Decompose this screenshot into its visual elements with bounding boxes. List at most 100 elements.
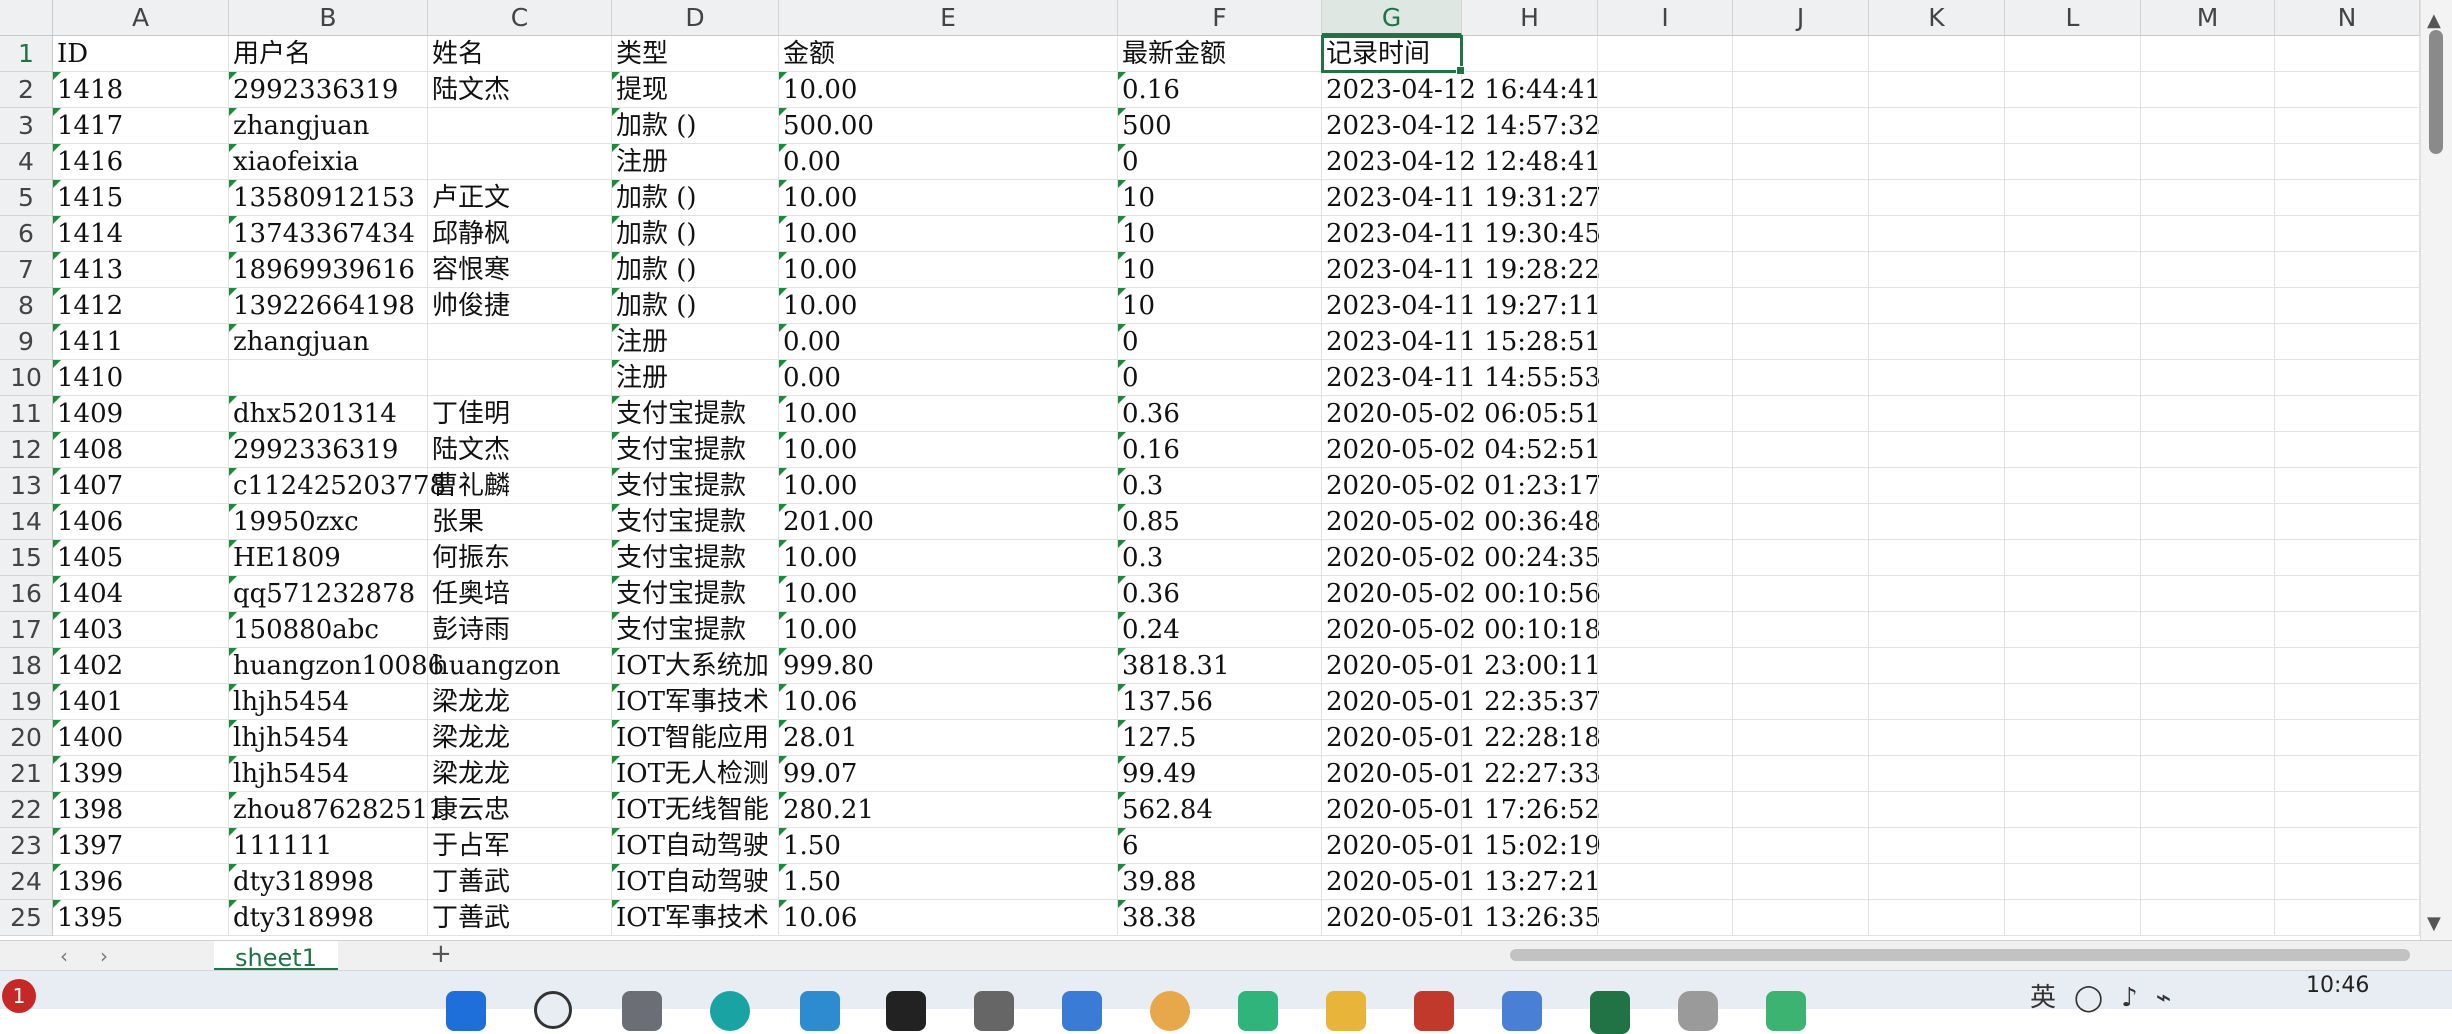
cell-n9[interactable] <box>2275 324 2420 360</box>
cell-n23[interactable] <box>2275 828 2420 864</box>
row-header-12[interactable]: 12 <box>0 432 53 468</box>
cell-b25[interactable]: dty318998 <box>229 900 428 936</box>
row-header-3[interactable]: 3 <box>0 108 53 144</box>
cell-i17[interactable] <box>1598 612 1733 648</box>
cell-e24[interactable]: 1.50 <box>779 864 1118 900</box>
cell-k22[interactable] <box>1869 792 2005 828</box>
column-header-g[interactable]: G <box>1322 0 1462 36</box>
cell-k10[interactable] <box>1869 360 2005 396</box>
cell-d25[interactable]: IOT军事技术 <box>612 900 779 936</box>
cell-i23[interactable] <box>1598 828 1733 864</box>
cell-m19[interactable] <box>2141 684 2275 720</box>
row-header-1[interactable]: 1 <box>0 36 53 72</box>
cell-c17[interactable]: 彭诗雨 <box>428 612 612 648</box>
cell-d2[interactable]: 提现 <box>612 72 779 108</box>
cell-m1[interactable] <box>2141 36 2275 72</box>
cell-n6[interactable] <box>2275 216 2420 252</box>
cell-e19[interactable]: 10.06 <box>779 684 1118 720</box>
cell-h19[interactable] <box>1462 684 1598 720</box>
cell-k25[interactable] <box>1869 900 2005 936</box>
task-view-icon[interactable] <box>622 991 662 1031</box>
cell-f15[interactable]: 0.3 <box>1118 540 1322 576</box>
clock[interactable]: 10:46 <box>2306 973 2369 998</box>
cell-d19[interactable]: IOT军事技术 <box>612 684 779 720</box>
cell-n25[interactable] <box>2275 900 2420 936</box>
cell-l6[interactable] <box>2005 216 2141 252</box>
cell-d23[interactable]: IOT自动驾驶 <box>612 828 779 864</box>
cell-b1[interactable]: 用户名 <box>229 36 428 72</box>
cell-a22[interactable]: 1398 <box>53 792 229 828</box>
cell-k12[interactable] <box>1869 432 2005 468</box>
cell-j18[interactable] <box>1733 648 1869 684</box>
cell-i15[interactable] <box>1598 540 1733 576</box>
cell-h15[interactable] <box>1462 540 1598 576</box>
cell-l20[interactable] <box>2005 720 2141 756</box>
row-header-24[interactable]: 24 <box>0 864 53 900</box>
cell-m10[interactable] <box>2141 360 2275 396</box>
column-header-i[interactable]: I <box>1598 0 1733 36</box>
cell-h4[interactable] <box>1462 144 1598 180</box>
cell-e12[interactable]: 10.00 <box>779 432 1118 468</box>
cell-k20[interactable] <box>1869 720 2005 756</box>
cell-m20[interactable] <box>2141 720 2275 756</box>
row-header-25[interactable]: 25 <box>0 900 53 936</box>
cell-f16[interactable]: 0.36 <box>1118 576 1322 612</box>
cell-b9[interactable]: zhangjuan <box>229 324 428 360</box>
cell-e17[interactable]: 10.00 <box>779 612 1118 648</box>
cell-l14[interactable] <box>2005 504 2141 540</box>
cell-f9[interactable]: 0 <box>1118 324 1322 360</box>
cell-d7[interactable]: 加款 () <box>612 252 779 288</box>
cell-f24[interactable]: 39.88 <box>1118 864 1322 900</box>
cell-j2[interactable] <box>1733 72 1869 108</box>
cell-j9[interactable] <box>1733 324 1869 360</box>
sync-icon[interactable] <box>1766 991 1806 1031</box>
cell-j14[interactable] <box>1733 504 1869 540</box>
cell-m25[interactable] <box>2141 900 2275 936</box>
cell-c5[interactable]: 卢正文 <box>428 180 612 216</box>
cell-k2[interactable] <box>1869 72 2005 108</box>
cell-n2[interactable] <box>2275 72 2420 108</box>
cell-h12[interactable] <box>1462 432 1598 468</box>
cell-g16[interactable]: 2020-05-02 00:10:56 <box>1322 576 1601 612</box>
cell-l11[interactable] <box>2005 396 2141 432</box>
cell-k5[interactable] <box>1869 180 2005 216</box>
cell-b3[interactable]: zhangjuan <box>229 108 428 144</box>
cell-n21[interactable] <box>2275 756 2420 792</box>
cell-e13[interactable]: 10.00 <box>779 468 1118 504</box>
cell-h18[interactable] <box>1462 648 1598 684</box>
cell-l12[interactable] <box>2005 432 2141 468</box>
column-header-m[interactable]: M <box>2141 0 2275 36</box>
cell-l19[interactable] <box>2005 684 2141 720</box>
cell-k3[interactable] <box>1869 108 2005 144</box>
cell-f2[interactable]: 0.16 <box>1118 72 1322 108</box>
row-header-9[interactable]: 9 <box>0 324 53 360</box>
cell-d4[interactable]: 注册 <box>612 144 779 180</box>
cell-e3[interactable]: 500.00 <box>779 108 1118 144</box>
cell-l4[interactable] <box>2005 144 2141 180</box>
cell-f3[interactable]: 500 <box>1118 108 1322 144</box>
cell-h7[interactable] <box>1462 252 1598 288</box>
cell-m7[interactable] <box>2141 252 2275 288</box>
cell-j1[interactable] <box>1733 36 1869 72</box>
cell-b10[interactable] <box>229 360 428 396</box>
cell-l22[interactable] <box>2005 792 2141 828</box>
cell-f7[interactable]: 10 <box>1118 252 1322 288</box>
cell-j4[interactable] <box>1733 144 1869 180</box>
cell-k11[interactable] <box>1869 396 2005 432</box>
cell-h14[interactable] <box>1462 504 1598 540</box>
column-header-e[interactable]: E <box>779 0 1118 36</box>
cell-g3[interactable]: 2023-04-12 14:57:32 <box>1322 108 1601 144</box>
cell-a20[interactable]: 1400 <box>53 720 229 756</box>
row-header-16[interactable]: 16 <box>0 576 53 612</box>
cell-d1[interactable]: 类型 <box>612 36 779 72</box>
cell-d9[interactable]: 注册 <box>612 324 779 360</box>
cell-k16[interactable] <box>1869 576 2005 612</box>
cell-n13[interactable] <box>2275 468 2420 504</box>
cell-g24[interactable]: 2020-05-01 13:27:21 <box>1322 864 1601 900</box>
cell-i13[interactable] <box>1598 468 1733 504</box>
cell-a13[interactable]: 1407 <box>53 468 229 504</box>
row-header-5[interactable]: 5 <box>0 180 53 216</box>
cell-d6[interactable]: 加款 () <box>612 216 779 252</box>
cell-g23[interactable]: 2020-05-01 15:02:19 <box>1322 828 1601 864</box>
cell-m23[interactable] <box>2141 828 2275 864</box>
